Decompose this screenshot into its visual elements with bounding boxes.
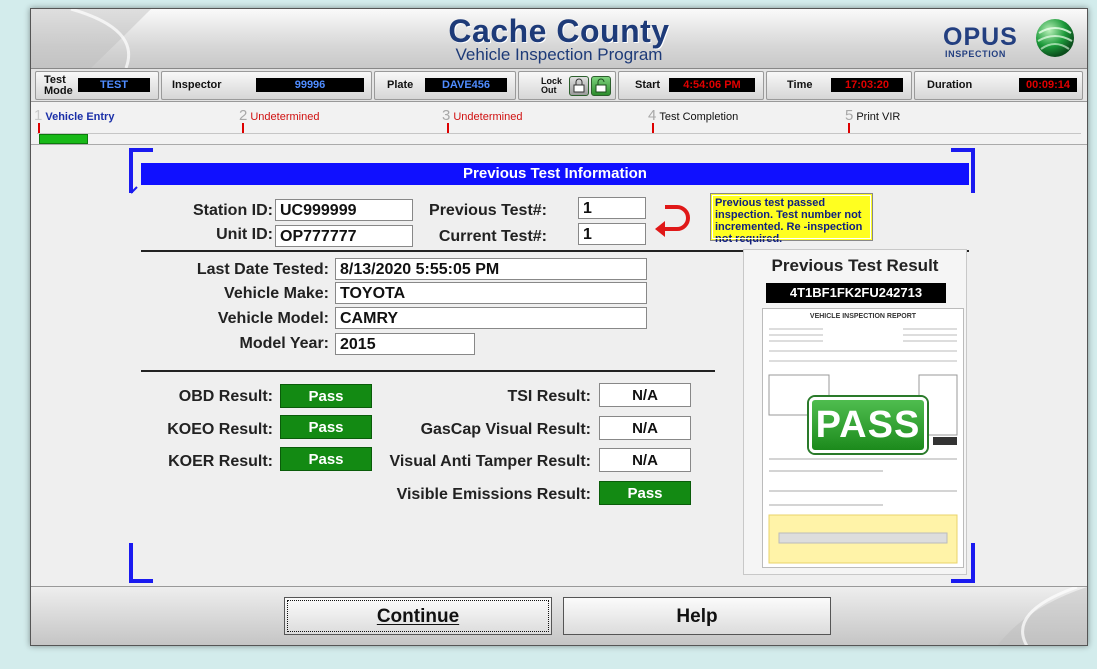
antitamper-result-label: Visual Anti Tamper Result: [389, 453, 591, 470]
step-marker [447, 123, 449, 133]
vehicle-make-field[interactable]: TOYOTA [335, 282, 647, 304]
vin-display: 4T1BF1FK2FU242713 [766, 283, 946, 303]
model-year-label: Model Year: [239, 335, 329, 352]
inspector-value: 99996 [256, 78, 364, 92]
last-date-field[interactable]: 8/13/2020 5:55:05 PM [335, 258, 647, 280]
unit-id-field[interactable]: OP777777 [275, 225, 413, 247]
unlock-icon[interactable] [591, 76, 611, 96]
inspector-label: Inspector [172, 79, 222, 91]
step-marker [652, 123, 654, 133]
inspector-cell: Inspector 99996 [161, 71, 372, 100]
step-2: 2 Undetermined [239, 107, 319, 124]
plate-cell: Plate DAVE456 [374, 71, 516, 100]
step-marker [242, 123, 244, 133]
time-value: 17:03:20 [831, 78, 903, 92]
lockout-label: Lock Out [541, 75, 563, 95]
app-subtitle: Vehicle Inspection Program [455, 45, 663, 64]
status-bar: Test Mode TEST Inspector 99996 Plate DAV… [31, 69, 1087, 102]
current-test-field[interactable]: 1 [578, 223, 646, 245]
koer-result-label: KOER Result: [168, 453, 273, 470]
plate-label: Plate [387, 79, 414, 91]
opus-logo: OPUS INSPECTION [943, 19, 1074, 61]
koeo-result-label: KOEO Result: [167, 421, 273, 438]
step-label: Test Completion [659, 111, 739, 123]
last-date-label: Last Date Tested: [196, 261, 329, 278]
step-label: Vehicle Entry [45, 111, 115, 123]
step-label: Undetermined [453, 111, 523, 123]
test-mode-label: Test Mode [44, 73, 73, 97]
footer-swoosh-decoration [997, 587, 1087, 645]
visible-emissions-label: Visible Emissions Result: [396, 486, 591, 503]
workflow-steps: 1 Vehicle Entry 2 Undetermined 3 Undetermin… [31, 102, 1087, 145]
koer-result-badge: Pass [280, 447, 372, 471]
info-note: Previous test passed inspection. Test nu… [710, 193, 873, 245]
gascap-result-value: N/A [599, 416, 691, 440]
test-mode-value: TEST [78, 78, 150, 92]
koeo-result-badge: Pass [280, 415, 372, 439]
app-window: Cache County Vehicle Inspection Program … [30, 8, 1088, 646]
gascap-result-label: GasCap Visual Result: [420, 421, 591, 438]
step-test-completion: 4 Test Completion [648, 107, 738, 124]
progress-fill [39, 134, 88, 144]
station-id-label: Station ID: [193, 202, 273, 219]
step-number: 5 [845, 107, 854, 124]
step-marker [848, 123, 850, 133]
start-label: Start [635, 79, 661, 91]
time-label: Time [787, 79, 813, 91]
obd-result-label: OBD Result: [178, 388, 273, 405]
bracket-decoration [129, 543, 153, 583]
vehicle-make-label: Vehicle Make: [224, 285, 329, 302]
step-number: 2 [239, 107, 248, 124]
return-arrow-icon [655, 205, 690, 237]
bottom-bar: Continue Help [31, 586, 1087, 645]
antitamper-result-value: N/A [599, 448, 691, 472]
visible-emissions-badge: Pass [599, 481, 691, 505]
logo-subtext: INSPECTION [945, 49, 1007, 59]
lockout-cell: Lock Out [518, 71, 616, 100]
step-3: 3 Undetermined [442, 107, 522, 124]
step-number: 4 [648, 107, 657, 124]
lock-icon[interactable] [569, 76, 589, 96]
tsi-result-label: TSI Result: [507, 388, 591, 405]
step-marker [38, 123, 40, 133]
continue-button[interactable]: Continue [284, 597, 552, 635]
preview-title: Previous Test Result [771, 256, 939, 275]
step-label: Print VIR [856, 111, 901, 123]
logo-text: OPUS [943, 23, 1018, 51]
current-test-label: Current Test#: [438, 228, 547, 245]
test-mode-cell: Test Mode TEST [35, 71, 159, 100]
step-number: 1 [34, 107, 43, 124]
plate-value: DAVE456 [425, 78, 507, 92]
obd-result-badge: Pass [280, 384, 372, 408]
step-label: Undetermined [250, 111, 320, 123]
start-cell: Start 4:54:06 PM [618, 71, 764, 100]
section-title: Previous Test Information [141, 163, 969, 185]
help-button[interactable]: Help [563, 597, 831, 635]
header: Cache County Vehicle Inspection Program … [31, 9, 1087, 69]
duration-value: 00:09:14 [1019, 78, 1077, 92]
main-panel: Previous Test Information Station ID: UC… [31, 145, 1087, 585]
pass-stamp: PASS [809, 397, 927, 453]
continue-label: Continue [376, 606, 460, 627]
step-vehicle-entry: 1 Vehicle Entry [34, 107, 114, 124]
previous-test-field[interactable]: 1 [578, 197, 646, 219]
globe-icon [1036, 19, 1074, 57]
vehicle-model-field[interactable]: CAMRY [335, 307, 647, 329]
vehicle-model-label: Vehicle Model: [217, 310, 329, 327]
divider [141, 370, 715, 372]
progress-track [37, 133, 1081, 134]
model-year-field[interactable]: 2015 [335, 333, 475, 355]
step-number: 3 [442, 107, 451, 124]
start-value: 4:54:06 PM [669, 78, 755, 92]
step-print-vir: 5 Print VIR [845, 107, 900, 124]
report-thumbnail: VEHICLE INSPECTION REPORT PASS [762, 308, 964, 568]
duration-cell: Duration 00:09:14 [914, 71, 1083, 100]
station-id-field[interactable]: UC999999 [275, 199, 413, 221]
previous-test-preview[interactable]: Previous Test Result 4T1BF1FK2FU242713 V… [743, 249, 967, 575]
duration-label: Duration [927, 79, 973, 91]
unit-id-label: Unit ID: [216, 226, 273, 243]
time-cell: Time 17:03:20 [766, 71, 912, 100]
previous-test-label: Previous Test#: [429, 202, 547, 219]
tsi-result-value: N/A [599, 383, 691, 407]
